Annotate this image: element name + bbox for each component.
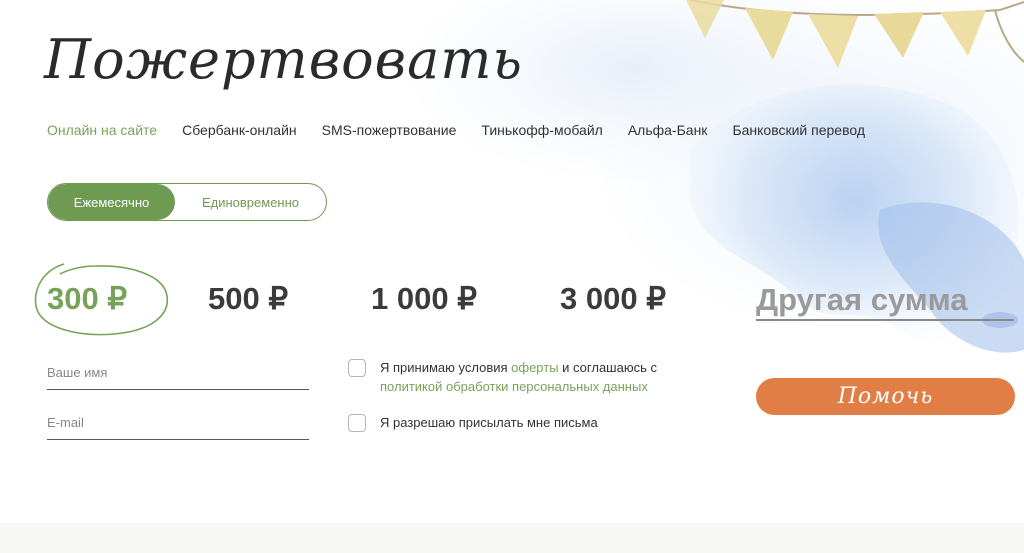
monthly-option[interactable]: Ежемесячно [48, 184, 175, 220]
consent-text-1: Я принимаю условия [380, 360, 512, 375]
terms-checkbox[interactable] [348, 359, 366, 377]
one-time-option[interactable]: Единовременно [175, 184, 326, 220]
email-input[interactable] [47, 412, 309, 440]
terms-consent-text: Я принимаю условия оферты и соглашаюсь с… [380, 358, 657, 396]
tab-bank-transfer[interactable]: Банковский перевод [732, 122, 865, 138]
amount-3000[interactable]: 3 000 ₽ [560, 281, 666, 317]
page-title: Пожертвовать [44, 28, 523, 91]
amount-300[interactable]: 300 ₽ [47, 281, 127, 317]
payment-method-tabs: Онлайн на сайте Сбербанк-онлайн SMS-поже… [47, 122, 865, 138]
frequency-toggle: Ежемесячно Единовременно [47, 183, 327, 221]
newsletter-consent-text: Я разрешаю присылать мне письма [380, 415, 598, 430]
newsletter-checkbox[interactable] [348, 414, 366, 432]
help-button[interactable]: Помочь [756, 378, 1015, 415]
consent-text-2: и соглашаюсь с [558, 360, 657, 375]
tab-alfa[interactable]: Альфа-Банк [628, 122, 708, 138]
privacy-policy-link[interactable]: политикой обработки персональных данных [380, 379, 648, 394]
amount-500[interactable]: 500 ₽ [208, 281, 288, 317]
tab-sms[interactable]: SMS-пожертвование [322, 122, 457, 138]
footer-strip [0, 523, 1024, 553]
name-input[interactable] [47, 362, 309, 390]
other-amount-input[interactable] [756, 281, 1014, 321]
tab-sberbank[interactable]: Сбербанк-онлайн [182, 122, 297, 138]
tab-online[interactable]: Онлайн на сайте [47, 122, 157, 138]
tab-tinkoff[interactable]: Тинькофф-мобайл [481, 122, 602, 138]
offer-link[interactable]: оферты [511, 360, 558, 375]
amount-1000[interactable]: 1 000 ₽ [371, 281, 477, 317]
